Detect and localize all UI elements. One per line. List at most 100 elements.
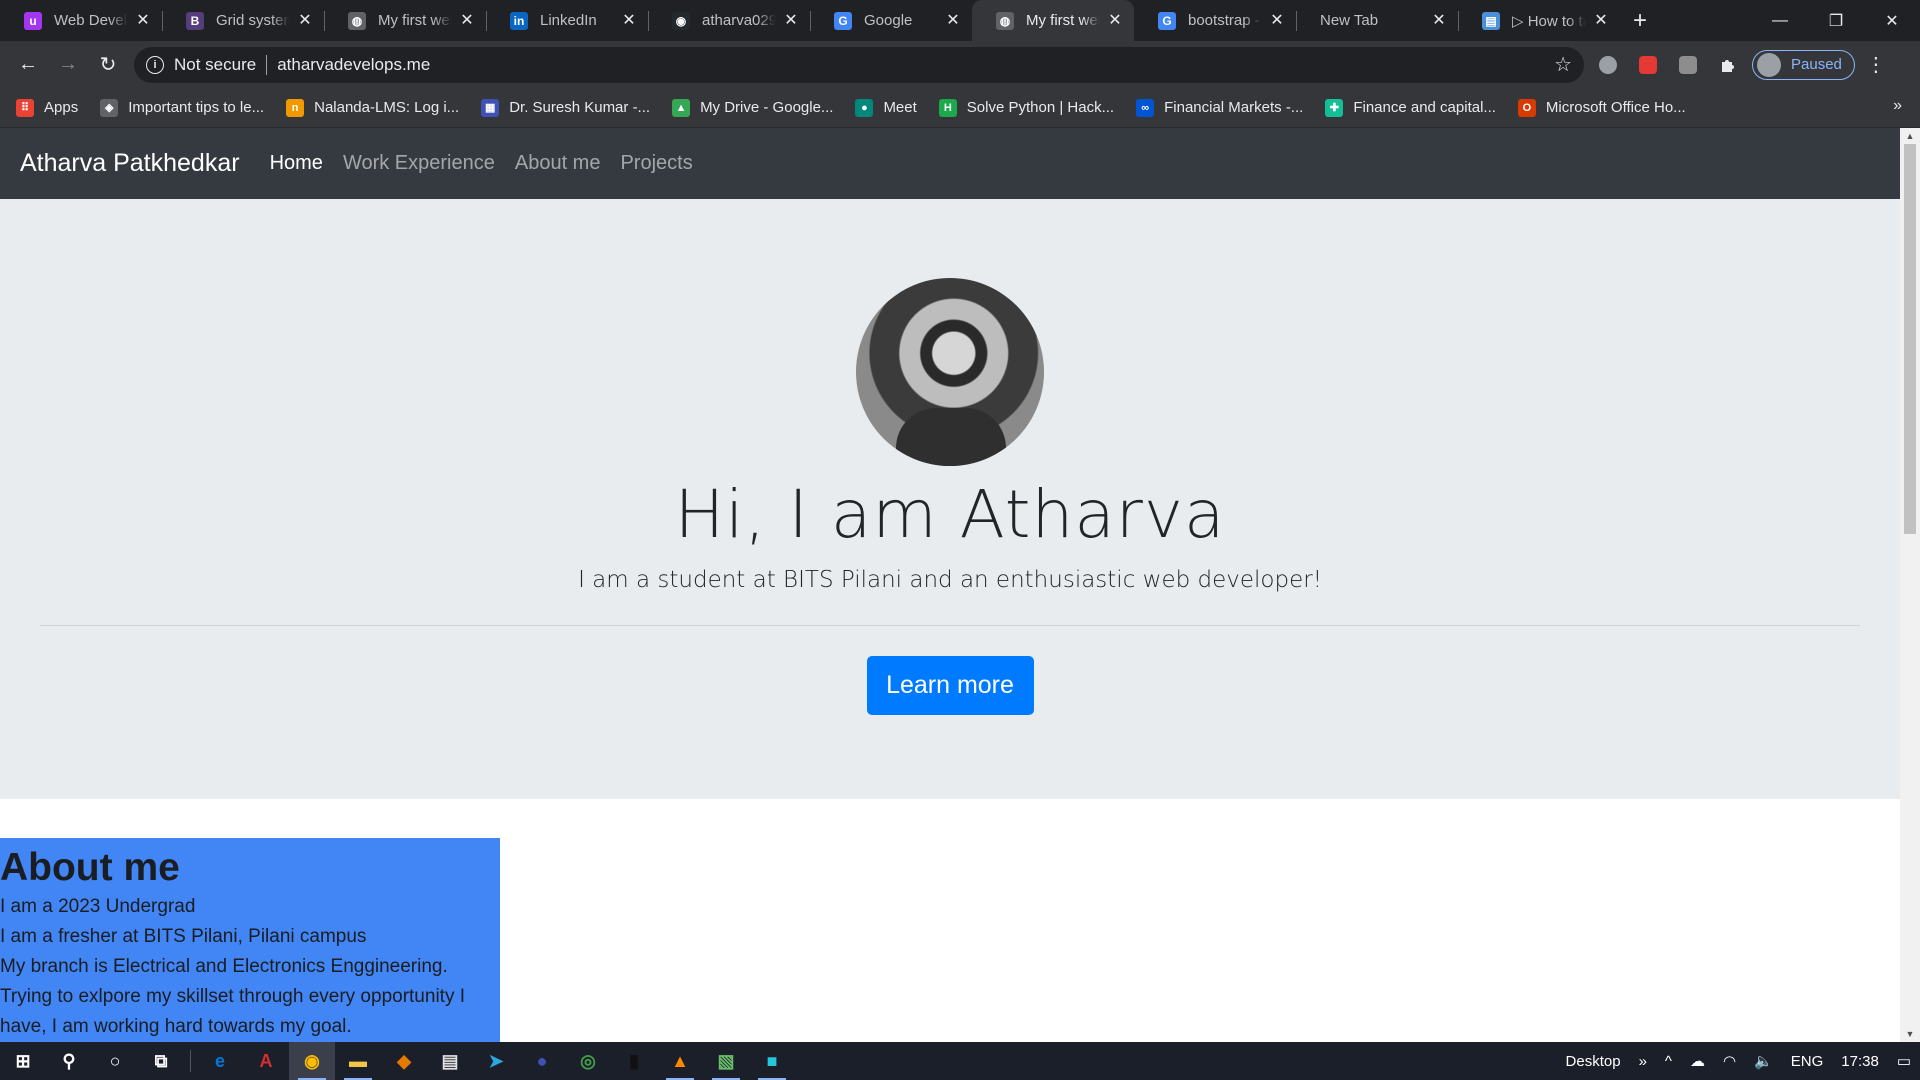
bookmark-item[interactable]: O Microsoft Office Ho... [1517,98,1686,117]
extension-shield-icon[interactable] [1592,49,1624,81]
windows-start-icon[interactable]: ⊞ [0,1042,46,1080]
app-circle-icon[interactable]: ● [519,1042,565,1080]
globe-icon: ◍ [348,11,366,30]
reload-button[interactable]: ↻ [88,45,128,85]
bookmark-item[interactable]: ∞ Financial Markets -... [1136,98,1303,117]
browser-tab[interactable]: Gbootstrap - Google ✕ [1134,0,1296,41]
browser-tab[interactable]: ◍ My first website ✕ [972,0,1134,41]
terminal-icon[interactable]: ▮ [611,1042,657,1080]
nav-link-work-experience[interactable]: Work Experience [343,152,495,175]
scroll-down-arrow-icon[interactable]: ▼ [1900,1026,1920,1042]
learn-more-button[interactable]: Learn more [866,656,1034,715]
extension-grey-icon[interactable] [1672,49,1704,81]
site-nav-links: Home Work Experience About me Projects [270,152,713,175]
scroll-up-arrow-icon[interactable]: ▲ [1900,128,1920,144]
language-indicator[interactable]: ENG [1791,1053,1824,1070]
forward-button[interactable]: → [48,45,88,85]
taskbar-glyph: ● [536,1050,548,1071]
profile-button[interactable]: Paused [1752,49,1855,80]
taskbar-glyph: ▮ [629,1050,639,1071]
bookmark-item[interactable]: n Nalanda-LMS: Log i... [286,98,459,117]
nav-link-home[interactable]: Home [270,152,323,175]
tab-close-icon[interactable]: ✕ [944,12,962,30]
cortana-icon[interactable]: ○ [92,1042,138,1080]
extension-red-icon[interactable] [1632,49,1664,81]
restore-button[interactable]: ❐ [1808,0,1864,41]
app-square-icon[interactable]: ■ [749,1042,795,1080]
bookmark-label: Important tips to le... [128,99,265,116]
address-bar[interactable]: i Not secure atharvadevelops.me ☆ [134,46,1584,83]
apps-grid-icon: ⠿ [16,98,34,117]
window-controls: — ❐ ✕ [1752,0,1920,41]
edge-icon[interactable]: e [197,1042,243,1080]
google-drive-icon: ▲ [672,98,691,117]
image-viewer-icon[interactable]: ▧ [703,1042,749,1080]
task-view-icon[interactable]: ⧉ [138,1042,184,1080]
chrome-menu-icon[interactable]: ⋮ [1861,52,1891,77]
new-tab-button[interactable]: + [1620,0,1660,41]
browser-toolbar: ← → ↻ i Not secure atharvadevelops.me ☆ … [0,41,1920,88]
tab-close-icon[interactable]: ✕ [296,12,314,30]
url-text[interactable]: atharvadevelops.me [277,55,1554,75]
extensions-puzzle-icon[interactable] [1712,49,1744,81]
search-icon[interactable]: ⚲ [46,1042,92,1080]
network-app-icon[interactable]: ◎ [565,1042,611,1080]
tab-close-icon[interactable]: ✕ [134,12,152,30]
site-brand[interactable]: Atharva Patkhedkar [20,149,240,178]
about-heading: About me [0,846,180,889]
bookmark-site-icon: ◈ [100,98,119,117]
nav-link-about-me[interactable]: About me [515,152,601,175]
tab-close-icon[interactable]: ✕ [620,12,638,30]
tab-list: u Web Developer ✕ B Grid system ✕ ◍ My first we… [0,0,1620,41]
profile-avatar [1757,52,1781,77]
site-info-icon[interactable]: i [146,55,164,74]
bookmark-item[interactable]: ● Meet [855,98,917,117]
browser-tab[interactable]: G Google ✕ [810,0,972,41]
browser-tab[interactable]: B Grid system ✕ [162,0,324,41]
onedrive-icon[interactable]: ☁ [1690,1052,1705,1070]
close-window-button[interactable]: ✕ [1864,0,1920,41]
back-button[interactable]: ← [8,45,48,85]
tab-close-icon[interactable]: ✕ [458,12,476,30]
browser-tab[interactable]: in LinkedIn ✕ [486,0,648,41]
page-viewport: Atharva Patkhedkar Home Work Experience Ab… [0,128,1900,1042]
show-hidden-icons-icon[interactable]: ^ [1665,1053,1672,1070]
bookmark-item[interactable]: ▦ Dr. Suresh Kumar -... [481,98,650,117]
clock[interactable]: 17:38 [1841,1053,1879,1070]
bookmark-item[interactable]: ▲ My Drive - Google... [672,98,833,117]
browser-tab[interactable]: ◉ atharva0298 ✕ [648,0,810,41]
browser-tab[interactable]: u Web Developer ✕ [0,0,162,41]
acrobat-icon[interactable]: A [243,1042,289,1080]
desktop-toolbar-label[interactable]: Desktop [1566,1053,1621,1070]
tab-close-icon[interactable]: ✕ [1268,12,1286,30]
bookmark-item[interactable]: ✚ Finance and capital... [1325,98,1496,117]
tab-close-icon[interactable]: ✕ [1106,12,1124,30]
matlab-icon[interactable]: ◆ [381,1042,427,1080]
google-meet-icon: ● [855,98,874,117]
chrome-icon[interactable]: ◉ [289,1042,335,1080]
taskbar-glyph: ◎ [580,1050,596,1071]
tab-close-icon[interactable]: ✕ [1592,12,1610,30]
bookmark-item[interactable]: ◈ Important tips to le... [100,98,265,117]
page-scrollbar[interactable]: ▲ ▼ [1900,128,1920,1042]
bookmarks-overflow-button[interactable]: » [1893,97,1902,115]
browser-tab[interactable]: New Tab ✕ [1296,0,1458,41]
tab-close-icon[interactable]: ✕ [1430,12,1448,30]
volume-icon[interactable]: 🔈 [1754,1052,1773,1070]
notifications-icon[interactable]: ▭ [1897,1052,1911,1070]
network-icon[interactable]: ◠ [1723,1052,1736,1070]
bookmark-star-icon[interactable]: ☆ [1554,52,1572,77]
vlc-icon[interactable]: ▲ [657,1042,703,1080]
document-app-icon[interactable]: ▤ [427,1042,473,1080]
browser-tab[interactable]: ◍ My first website ✕ [324,0,486,41]
bookmark-item[interactable]: H Solve Python | Hack... [938,98,1114,117]
scrollbar-thumb[interactable] [1904,144,1916,534]
toolbar-chevron-icon[interactable]: » [1639,1053,1647,1070]
browser-tab[interactable]: ▤ ▷ How to take ✕ [1458,0,1620,41]
tab-close-icon[interactable]: ✕ [782,12,800,30]
nav-link-projects[interactable]: Projects [620,152,692,175]
telegram-icon[interactable]: ➤ [473,1042,519,1080]
file-explorer-icon[interactable]: ▬ [335,1042,381,1080]
bookmark-item[interactable]: ⠿ Apps [16,98,78,117]
minimize-button[interactable]: — [1752,0,1808,41]
